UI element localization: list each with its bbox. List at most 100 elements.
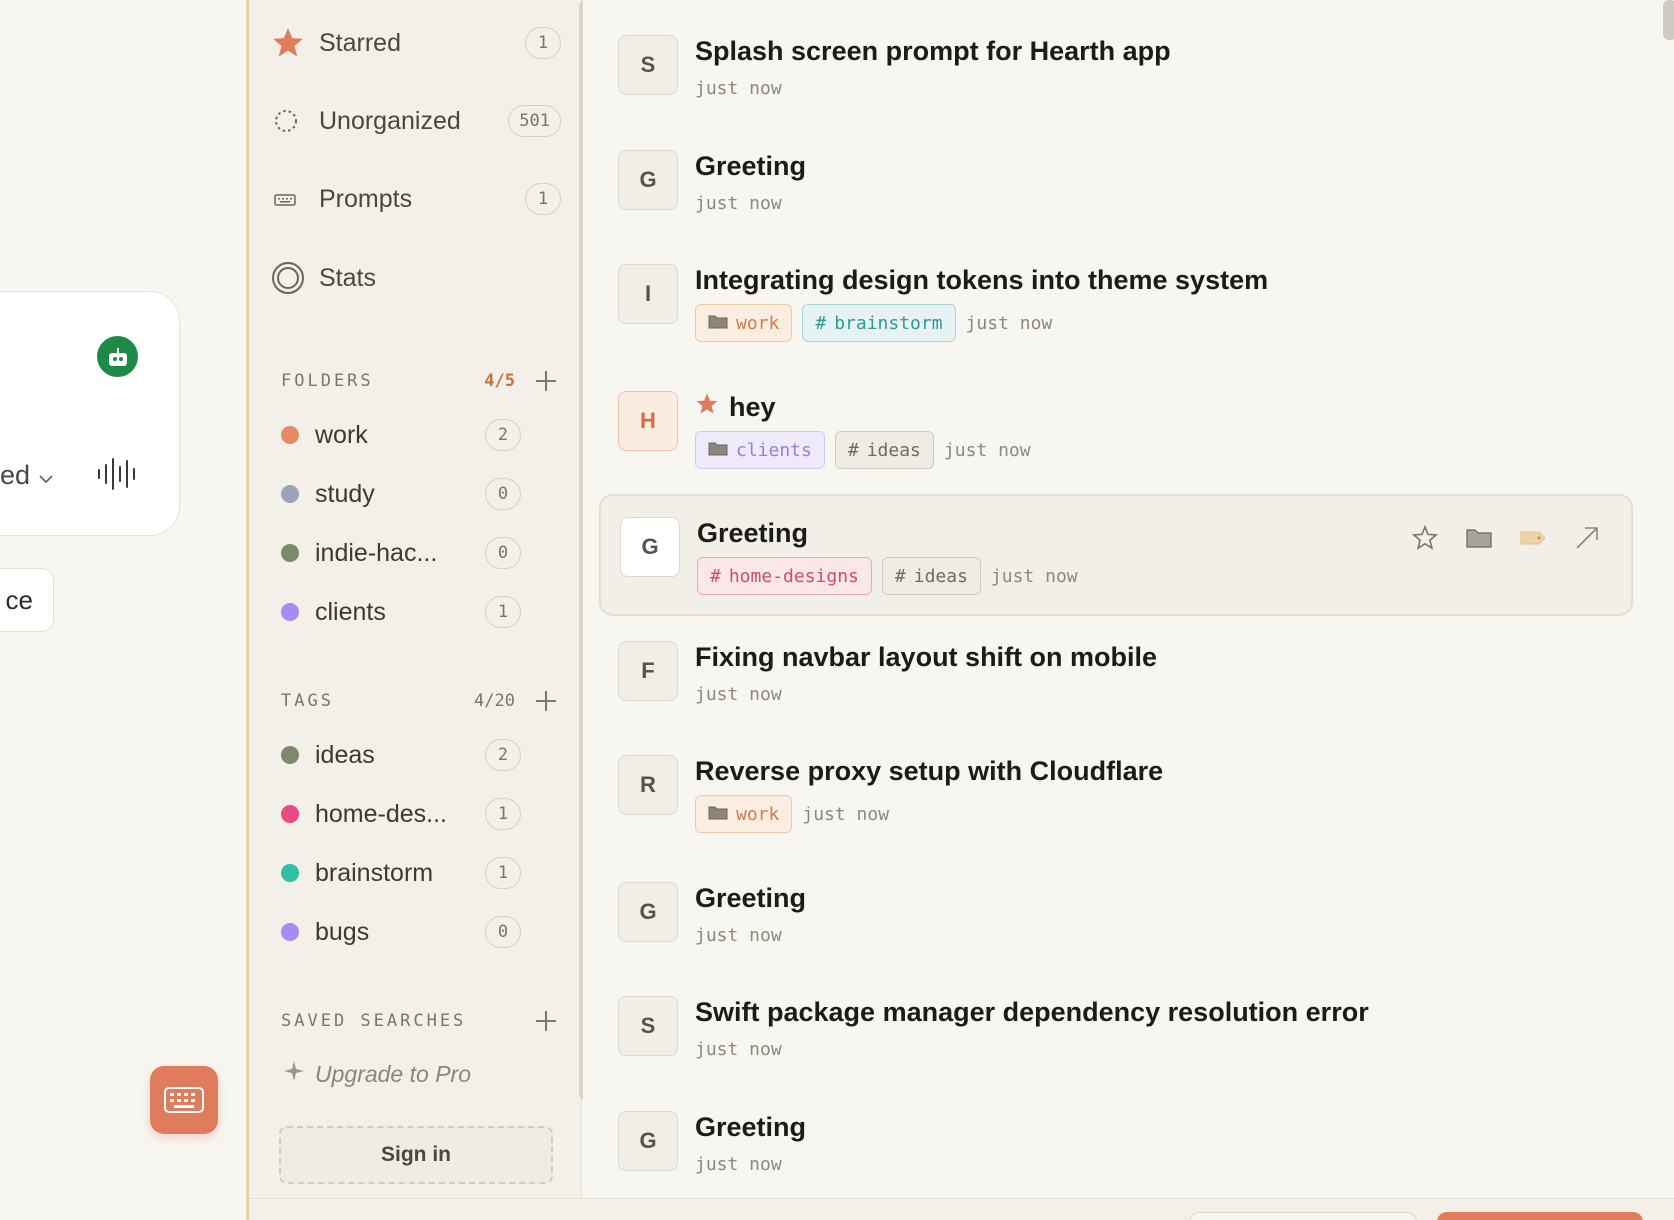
list-item[interactable]: F Fixing navbar layout shift on mobile j… xyxy=(583,636,1633,736)
tag-chip[interactable]: # ideas xyxy=(834,431,934,469)
upgrade-label: Upgrade to Pro xyxy=(315,1060,471,1087)
list-item[interactable]: S Splash screen prompt for Hearth app ju… xyxy=(583,30,1633,130)
folder-color-dot xyxy=(281,544,299,562)
add-tag-button[interactable] xyxy=(533,688,559,714)
folder-item-clients[interactable]: clients 1 xyxy=(281,587,521,637)
tag-label: bugs xyxy=(315,917,370,946)
item-meta: just now xyxy=(695,78,782,99)
folder-color-dot xyxy=(281,603,299,621)
sign-in-label: Sign in xyxy=(381,1143,451,1166)
item-meta: # home-designs # ideas just now xyxy=(697,557,1078,595)
item-title-text: hey xyxy=(729,392,776,422)
star-icon xyxy=(695,392,719,423)
list-item[interactable]: H hey clients # ideas just now xyxy=(583,386,1633,496)
item-meta: just now xyxy=(695,1154,782,1175)
count-badge: 0 xyxy=(485,478,521,510)
avatar: S xyxy=(618,996,678,1056)
item-title: Greeting xyxy=(695,1112,806,1143)
sidebar-item-unorganized[interactable]: Unorganized 501 xyxy=(271,91,561,151)
avatar: G xyxy=(620,517,680,577)
tag-color-dot xyxy=(281,746,299,764)
tag-label: brainstorm xyxy=(315,858,434,887)
sidebar-item-starred[interactable]: Starred 1 xyxy=(271,13,561,73)
timestamp: just now xyxy=(802,803,890,825)
folder-icon xyxy=(708,313,728,334)
list-item[interactable]: G Greeting just now xyxy=(583,1106,1633,1196)
count-badge: 1 xyxy=(485,798,521,830)
avatar: S xyxy=(618,35,678,95)
sidebar-item-prompts[interactable]: Prompts 1 xyxy=(271,169,561,229)
timestamp: just now xyxy=(695,1039,782,1060)
tag-item-brainstorm[interactable]: brainstorm 1 xyxy=(281,848,521,898)
tag-chip[interactable]: # ideas xyxy=(881,557,981,595)
list-item-hovered[interactable]: G Greeting # home-designs # ideas just n… xyxy=(599,494,1633,616)
list-item[interactable]: R Reverse proxy setup with Cloudflare wo… xyxy=(583,750,1633,860)
folder-item-study[interactable]: study 0 xyxy=(281,469,521,519)
count-badge: 2 xyxy=(485,739,521,771)
item-title: Splash screen prompt for Hearth app xyxy=(695,36,1171,67)
sidebar-item-label: Prompts xyxy=(319,184,413,213)
tag-chip[interactable]: # home-designs xyxy=(697,557,872,595)
target-icon xyxy=(271,258,315,298)
timestamp: just now xyxy=(695,193,782,214)
folder-item-work[interactable]: work 2 xyxy=(281,410,521,460)
count-badge: 1 xyxy=(485,857,521,889)
main-scrollbar[interactable] xyxy=(1663,0,1674,40)
list-item[interactable]: G Greeting just now xyxy=(583,145,1633,245)
tag-color-dot xyxy=(281,864,299,882)
sign-in-button[interactable]: Sign in xyxy=(279,1126,553,1184)
item-title-text: Greeting xyxy=(695,1112,807,1142)
host-chip[interactable]: ce xyxy=(0,568,54,632)
list-item[interactable]: S Swift package manager dependency resol… xyxy=(583,991,1633,1091)
sidebar-item-label: Stats xyxy=(319,263,376,292)
folder-label: clients xyxy=(315,597,386,626)
folder-chip-label: clients xyxy=(736,439,812,461)
tag-label: home-des... xyxy=(315,799,448,828)
avatar: G xyxy=(618,1111,678,1171)
list-item[interactable]: I Integrating design tokens into theme s… xyxy=(583,259,1633,369)
waveform-icon[interactable] xyxy=(96,455,140,493)
folder-chip[interactable]: work xyxy=(695,304,793,342)
item-title: Swift package manager dependency resolut… xyxy=(695,997,1369,1028)
avatar: R xyxy=(618,755,678,815)
folder-icon[interactable] xyxy=(1463,522,1495,554)
open-arrow-icon[interactable] xyxy=(1571,522,1603,554)
add-saved-search-button[interactable] xyxy=(533,1008,559,1034)
folder-item-indie-hacking[interactable]: indie-hac... 0 xyxy=(281,528,521,578)
dashed-circle-icon xyxy=(271,101,315,141)
folder-color-dot xyxy=(281,485,299,503)
avatar: G xyxy=(618,882,678,942)
sidebar-item-stats[interactable]: Stats xyxy=(271,248,561,308)
count-badge: 0 xyxy=(485,916,521,948)
tag-item-ideas[interactable]: ideas 2 xyxy=(281,730,521,780)
tag-item-home-designs[interactable]: home-des... 1 xyxy=(281,789,521,839)
tags-header: TAGS 4/20 xyxy=(281,686,559,716)
timestamp: just now xyxy=(965,312,1053,334)
sidebar-item-label: Unorganized xyxy=(319,106,461,135)
folder-chip[interactable]: work xyxy=(695,795,793,833)
tag-item-bugs[interactable]: bugs 0 xyxy=(281,907,521,957)
host-model-dropdown[interactable]: ed xyxy=(0,460,54,491)
add-folder-button[interactable] xyxy=(533,368,559,394)
item-title: Greeting xyxy=(695,883,806,914)
sidebar-item-label: Starred xyxy=(319,28,401,57)
item-title: hey xyxy=(695,392,776,423)
upgrade-link[interactable]: Upgrade to Pro xyxy=(283,1060,471,1088)
folder-label: work xyxy=(315,420,368,449)
item-meta: just now xyxy=(695,925,782,946)
footer-secondary-button[interactable] xyxy=(1189,1212,1417,1220)
tag-chip[interactable]: # brainstorm xyxy=(802,304,956,342)
item-title-text: Fixing navbar layout shift on mobile xyxy=(695,642,1158,672)
star-outline-icon[interactable] xyxy=(1409,522,1441,554)
robot-icon[interactable] xyxy=(97,336,138,377)
tags-title: TAGS xyxy=(281,691,334,711)
folder-label: indie-hac... xyxy=(315,538,438,567)
item-title-text: Splash screen prompt for Hearth app xyxy=(695,36,1171,66)
list-item[interactable]: G Greeting just now xyxy=(583,877,1633,977)
item-title: Greeting xyxy=(697,518,808,549)
prompt-list: S Splash screen prompt for Hearth app ju… xyxy=(583,0,1674,1220)
tag-icon[interactable] xyxy=(1517,522,1549,554)
footer-primary-button[interactable] xyxy=(1437,1212,1643,1220)
keyboard-icon[interactable] xyxy=(150,1066,218,1134)
folder-chip[interactable]: clients xyxy=(695,431,825,469)
